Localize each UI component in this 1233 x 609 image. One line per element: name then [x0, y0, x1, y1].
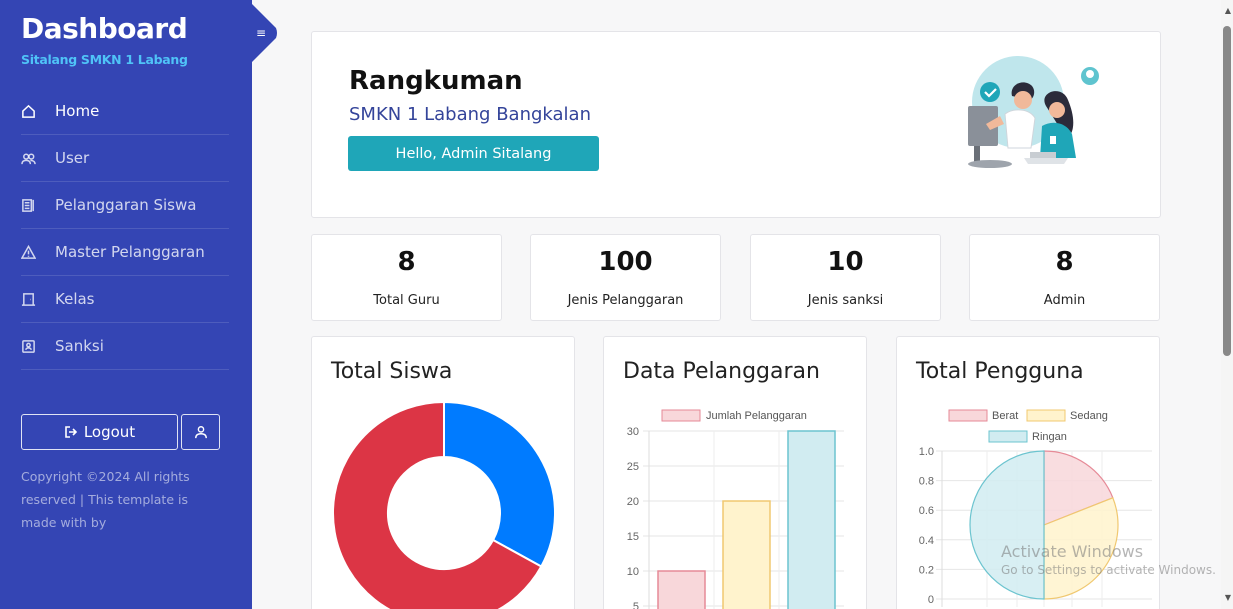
- sidebar-nav: Home User Pelanggaran Siswa Master Pelan…: [21, 88, 229, 370]
- y-tick-label: 15: [627, 531, 639, 543]
- y-tick-label: 0.6: [919, 505, 934, 517]
- page-scrollbar[interactable]: ▲ ▼: [1221, 0, 1233, 609]
- y-tick-label: 0.2: [919, 564, 934, 576]
- menu-icon: ≡: [256, 26, 267, 40]
- bar: [657, 570, 706, 609]
- y-tick-label: 25: [627, 461, 639, 473]
- sidebar-item-pelanggaran-siswa[interactable]: Pelanggaran Siswa: [21, 182, 229, 229]
- sidebar-item-sanksi[interactable]: Sanksi: [21, 323, 229, 370]
- scrollbar-thumb[interactable]: [1223, 26, 1231, 356]
- users-icon: [21, 151, 55, 166]
- user-icon: [194, 426, 207, 439]
- list-icon: [21, 198, 55, 213]
- school-name: SMKN 1 Labang Bangkalan: [349, 104, 591, 125]
- sidebar-item-user[interactable]: User: [21, 135, 229, 182]
- sidebar-item-label: User: [55, 149, 90, 167]
- watermark-subtitle: Go to Settings to activate Windows.: [1001, 563, 1216, 577]
- stat-card-total-guru: 8 Total Guru: [311, 234, 502, 321]
- legend-swatch: [661, 409, 701, 422]
- activate-windows-watermark: Activate Windows Go to Settings to activ…: [1001, 542, 1216, 577]
- brand-title: Dashboard: [21, 12, 188, 45]
- legend-swatch: [1026, 409, 1066, 422]
- sidebar-item-label: Home: [55, 102, 100, 120]
- legend-label: Jumlah Pelanggaran: [706, 410, 807, 422]
- stat-card-admin: 8 Admin: [969, 234, 1160, 321]
- logout-label: Logout: [83, 423, 136, 441]
- stat-value: 10: [827, 247, 864, 277]
- sidebar-item-label: Pelanggaran Siswa: [55, 196, 197, 214]
- logout-icon: [65, 426, 77, 438]
- legend-label: Berat: [992, 410, 1018, 422]
- sidebar-item-label: Sanksi: [55, 337, 104, 355]
- sidebar-item-label: Kelas: [55, 290, 95, 308]
- badge-icon: [21, 339, 55, 354]
- legend-label: Ringan: [1032, 431, 1067, 443]
- sidebar-toggle[interactable]: ≡: [252, 4, 278, 62]
- watermark-title: Activate Windows: [1001, 542, 1144, 561]
- y-tick-label: 0.4: [919, 535, 934, 547]
- copyright-text: Copyright ©2024 All rights reserved | Th…: [21, 469, 190, 530]
- stat-value: 8: [1055, 247, 1074, 277]
- scroll-down-icon[interactable]: ▼: [1225, 593, 1231, 602]
- scroll-up-icon[interactable]: ▲: [1225, 6, 1231, 15]
- door-icon: [21, 292, 55, 307]
- y-tick-label: 20: [627, 496, 639, 508]
- summary-card: Rangkuman SMKN 1 Labang Bangkalan Hello,…: [311, 31, 1161, 218]
- legend-label: Sedang: [1070, 410, 1108, 422]
- total-siswa-chart: [332, 400, 556, 609]
- chart-card-total-siswa: Total Siswa: [311, 336, 575, 609]
- sidebar-item-home[interactable]: Home: [21, 88, 229, 135]
- page-title: Rangkuman: [349, 66, 523, 96]
- data-pelanggaran-chart: 5 10 15 20 25 30 Jumlah Pelanggaran: [627, 409, 844, 609]
- y-tick-label: 1.0: [919, 446, 934, 458]
- sidebar-item-label: Master Pelanggaran: [55, 243, 205, 261]
- warning-icon: [21, 244, 55, 260]
- logout-button[interactable]: Logout: [21, 414, 178, 450]
- home-icon: [21, 104, 55, 119]
- stat-value: 100: [598, 247, 653, 277]
- stat-label: Admin: [1043, 293, 1086, 308]
- bar: [722, 500, 771, 609]
- stat-label: Total Guru: [373, 293, 440, 308]
- profile-button[interactable]: [181, 414, 220, 450]
- stat-card-jenis-pelanggaran: 100 Jenis Pelanggaran: [530, 234, 721, 321]
- stat-label: Jenis Pelanggaran: [567, 293, 684, 308]
- y-tick-label: 0.8: [919, 476, 934, 488]
- bar: [787, 430, 836, 609]
- y-tick-label: 10: [627, 566, 639, 578]
- brand-subtitle: Sitalang SMKN 1 Labang: [21, 52, 188, 67]
- greeting-button[interactable]: Hello, Admin Sitalang: [348, 136, 599, 171]
- stat-label: Jenis sanksi: [807, 293, 884, 308]
- legend-swatch: [988, 430, 1028, 443]
- y-tick-label: 0: [928, 594, 934, 606]
- y-tick-label: 30: [627, 426, 639, 438]
- support-illustration: [968, 56, 1099, 168]
- sidebar-item-kelas[interactable]: Kelas: [21, 276, 229, 323]
- y-tick-label: 5: [633, 601, 639, 609]
- sidebar-item-master-pelanggaran[interactable]: Master Pelanggaran: [21, 229, 229, 276]
- stat-value: 8: [397, 247, 416, 277]
- chart-card-data-pelanggaran: Data Pelanggaran 5 10 15 20 25 30 Jumlah Pelan…: [603, 336, 867, 609]
- doughnut-slice: [443, 400, 556, 568]
- sidebar: Dashboard Sitalang SMKN 1 Labang Home Us…: [0, 0, 252, 609]
- legend-swatch: [948, 409, 988, 422]
- stat-card-jenis-sanksi: 10 Jenis sanksi: [750, 234, 941, 321]
